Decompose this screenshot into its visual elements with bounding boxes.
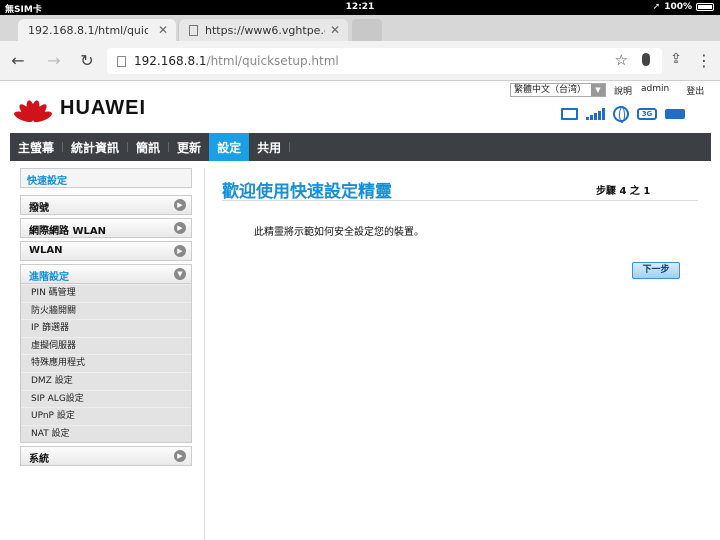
sidebar-item-internet-wlan[interactable]: 網際網路 WLAN ▶ xyxy=(20,218,192,238)
expand-arrow-icon: ▶ xyxy=(174,199,186,211)
back-arrow-icon[interactable]: ← xyxy=(8,51,28,70)
url-host: 192.168.8.1 xyxy=(134,54,207,68)
sidebar-subitem-sip-alg[interactable]: SIP ALG設定 xyxy=(21,389,191,408)
huawei-logo: HUAWEI xyxy=(12,94,146,124)
location-icon: ➚ xyxy=(652,2,661,12)
wizard-description: 此精靈將示範如何安全設定您的裝置。 xyxy=(254,227,424,238)
sidebar-subitem-pin[interactable]: PIN 碼管理 xyxy=(21,284,191,302)
header-links: 說明 admin 登出 xyxy=(614,84,704,97)
username-label: admin xyxy=(641,84,670,94)
close-icon[interactable]: ✕ xyxy=(330,23,340,37)
sidebar-subitem-special-apps[interactable]: 特殊應用程式 xyxy=(21,354,191,372)
battery-percent: 100% xyxy=(664,2,692,12)
logo-text: HUAWEI xyxy=(60,96,146,119)
tab-title: 192.168.8.1/html/quicksetu xyxy=(28,23,148,37)
address-bar[interactable]: 192.168.8.1/html/quicksetup.html ☆ xyxy=(107,48,662,74)
menu-share[interactable]: 共用 xyxy=(249,133,289,161)
mail-icon[interactable] xyxy=(561,108,578,120)
network-type-icon: 3G xyxy=(637,108,657,120)
sidebar-subitem-nat[interactable]: NAT 設定 xyxy=(21,424,191,443)
forward-arrow-icon[interactable]: → xyxy=(44,51,64,70)
sidebar-subitem-firewall[interactable]: 防火牆開關 xyxy=(21,301,191,320)
sidebar-quick-setup[interactable]: 快速設定 xyxy=(20,168,192,188)
sidebar-item-wlan[interactable]: WLAN ▶ xyxy=(20,241,192,261)
expand-arrow-icon: ▶ xyxy=(174,222,186,234)
sidebar-subitem-upnp[interactable]: UPnP 設定 xyxy=(21,407,191,425)
menu-divider xyxy=(289,142,291,152)
status-right: ➚ 100% xyxy=(653,2,714,12)
page-title: 歡迎使用快速設定精靈 xyxy=(222,182,392,202)
content-divider xyxy=(204,168,205,540)
sidebar-item-dialup[interactable]: 撥號 ▶ xyxy=(20,195,192,215)
page-icon xyxy=(117,55,126,67)
tab-vghtpe[interactable]: https://www6.vghtpe.gov.tw ✕ xyxy=(178,19,348,41)
menu-sms[interactable]: 簡訊 xyxy=(128,133,168,161)
clock: 12:21 xyxy=(345,2,375,12)
next-button[interactable]: 下一步 xyxy=(632,262,680,279)
new-tab-button[interactable] xyxy=(352,19,382,41)
battery-icon xyxy=(696,3,714,11)
expand-arrow-icon: ▶ xyxy=(174,245,186,257)
language-select[interactable]: 繁體中文（台湾） ▼ xyxy=(510,83,606,97)
help-link[interactable]: 說明 xyxy=(614,84,632,97)
sidebar-item-label: 網際網路 WLAN xyxy=(29,226,106,237)
browser-tab-bar: 192.168.8.1/html/quicksetu ✕ https://www… xyxy=(0,15,720,41)
language-value: 繁體中文（台湾） xyxy=(514,85,587,95)
tab-title: https://www6.vghtpe.gov.tw xyxy=(205,23,325,37)
ios-status-bar: 無SIM卡 12:21 ➚ 100% xyxy=(0,0,720,15)
logout-link[interactable]: 登出 xyxy=(686,84,704,97)
bookmark-star-icon[interactable]: ☆ xyxy=(615,51,628,69)
sidebar-item-label: 撥號 xyxy=(29,203,49,214)
huawei-petal-icon xyxy=(12,94,54,124)
device-battery-icon xyxy=(665,109,685,119)
device-status-icons: 3G xyxy=(561,106,685,123)
tab-router[interactable]: 192.168.8.1/html/quicksetu ✕ xyxy=(18,19,176,41)
step-indicator: 步驟 4 之 1 xyxy=(596,186,651,197)
menu-settings[interactable]: 設定 xyxy=(209,133,250,161)
browser-toolbar: ← → ↻ 192.168.8.1/html/quicksetup.html ☆… xyxy=(0,41,720,81)
menu-update[interactable]: 更新 xyxy=(169,133,209,161)
sidebar-item-label: 進階設定 xyxy=(29,272,69,283)
globe-icon xyxy=(613,106,629,123)
microphone-icon[interactable] xyxy=(642,53,650,66)
advanced-submenu: PIN 碼管理 防火牆開關 IP 篩選器 虛擬伺服器 特殊應用程式 DMZ 設定… xyxy=(20,284,192,444)
url-path: /html/quicksetup.html xyxy=(206,54,339,68)
collapse-arrow-icon: ▼ xyxy=(174,268,186,280)
settings-sidebar: 快速設定 撥號 ▶ 網際網路 WLAN ▶ WLAN ▶ 進階設定 ▼ PIN … xyxy=(20,168,192,469)
sidebar-subitem-dmz[interactable]: DMZ 設定 xyxy=(21,371,191,390)
title-underline xyxy=(222,200,698,201)
menu-home[interactable]: 主螢幕 xyxy=(10,133,62,161)
menu-statistics[interactable]: 統計資訊 xyxy=(63,133,127,161)
document-icon xyxy=(189,24,198,36)
sidebar-item-label: WLAN xyxy=(29,245,63,256)
sidebar-subitem-ip-filter[interactable]: IP 篩選器 xyxy=(21,319,191,337)
sidebar-item-system[interactable]: 系統 ▶ xyxy=(20,446,192,467)
expand-arrow-icon: ▶ xyxy=(174,450,186,463)
signal-strength-icon xyxy=(586,108,605,120)
reload-icon[interactable]: ↻ xyxy=(77,51,97,70)
more-menu-icon[interactable]: ⋮ xyxy=(694,51,714,70)
sidebar-item-advanced[interactable]: 進階設定 ▼ xyxy=(20,264,192,284)
share-icon[interactable]: ⇪ xyxy=(666,51,686,67)
chevron-down-icon: ▼ xyxy=(591,84,605,96)
sidebar-subitem-virtual-server[interactable]: 虛擬伺服器 xyxy=(21,336,191,355)
main-menu: 主螢幕 統計資訊 簡訊 更新 設定 共用 xyxy=(10,133,711,161)
sidebar-item-label: 系統 xyxy=(29,454,49,466)
close-icon[interactable]: ✕ xyxy=(158,23,168,37)
